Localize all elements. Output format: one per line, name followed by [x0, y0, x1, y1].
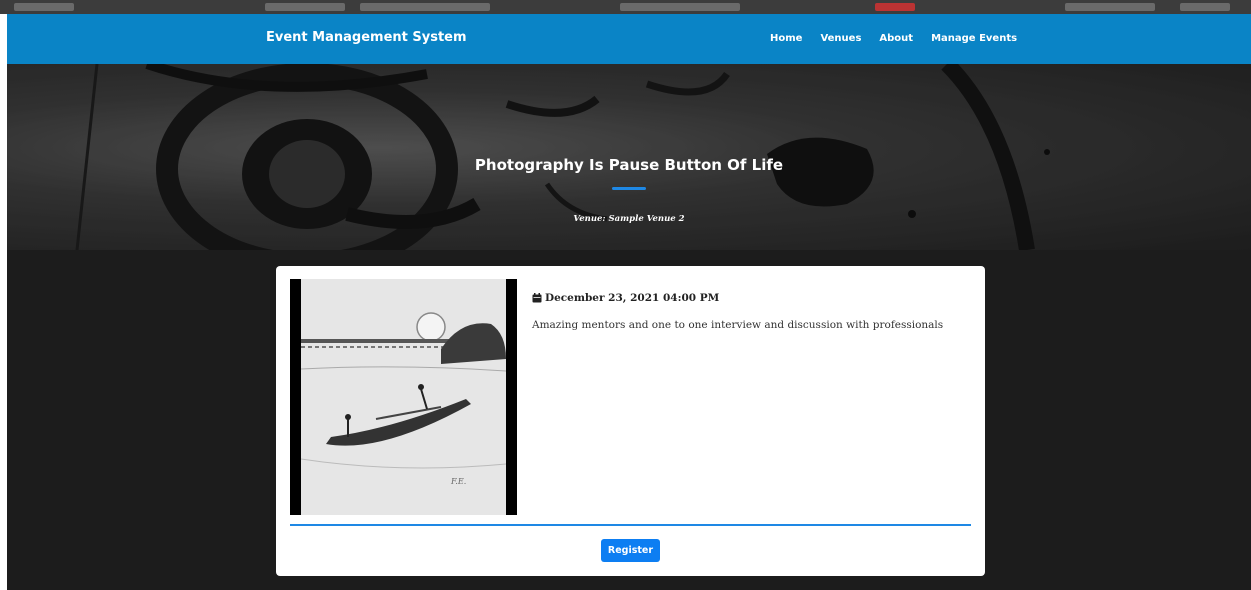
hero-venue: Venue: Sample Venue 2: [573, 214, 685, 224]
calendar-icon: [532, 293, 542, 303]
card-divider: [290, 524, 971, 526]
svg-text:F.E.: F.E.: [450, 477, 466, 486]
register-button[interactable]: Register: [601, 539, 660, 562]
nav-about[interactable]: About: [879, 33, 913, 44]
event-image: F.E.: [290, 279, 517, 515]
event-description: Amazing mentors and one to one interview…: [532, 319, 944, 331]
nav-home[interactable]: Home: [770, 33, 802, 44]
event-card: F.E. December 23, 2021 04:00 PM Amazing …: [276, 266, 985, 576]
nav-manage-events[interactable]: Manage Events: [931, 33, 1017, 44]
event-date: December 23, 2021 04:00 PM: [532, 292, 719, 304]
nav-venues[interactable]: Venues: [820, 33, 861, 44]
sketch-boat-illustration: F.E.: [300, 279, 507, 515]
hero-title: Photography Is Pause Button Of Life: [474, 156, 784, 174]
hero-banner: Photography Is Pause Button Of Life Venu…: [7, 64, 1251, 250]
event-date-text: December 23, 2021 04:00 PM: [545, 292, 720, 304]
page: Event Management System Home Venues Abou…: [7, 14, 1251, 590]
browser-bookmarks-bar: [0, 0, 1251, 14]
nav-links: Home Venues About Manage Events: [770, 33, 1017, 44]
brand-title[interactable]: Event Management System: [266, 30, 467, 45]
hero-divider: [612, 187, 646, 190]
navbar: Event Management System Home Venues Abou…: [7, 14, 1251, 64]
